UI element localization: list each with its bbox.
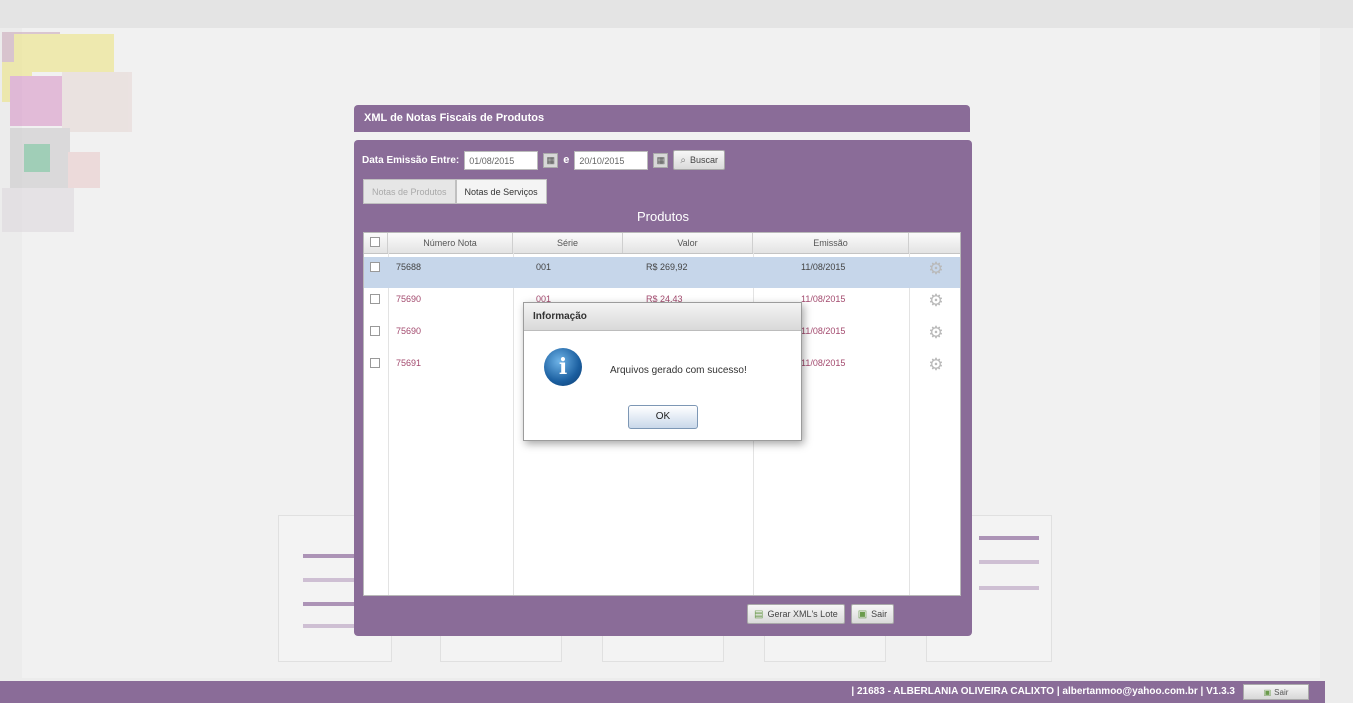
logout-button[interactable]: ▣ Sair: [1243, 684, 1309, 700]
search-button-label: Buscar: [690, 155, 719, 165]
section-title: Produtos: [636, 209, 690, 224]
cell-emissao: 11/08/2015: [801, 358, 846, 368]
generate-xml-button[interactable]: ▤ Gerar XML's Lote: [747, 604, 845, 624]
cell-serie: 001: [536, 262, 552, 272]
date-filter-label: Data Emissão Entre:: [362, 154, 460, 166]
exit-label: Sair: [871, 609, 888, 619]
dialog-message: Arquivos gerado com sucesso!: [610, 365, 747, 376]
cell-emissao: 11/08/2015: [801, 262, 846, 272]
info-icon: i: [544, 348, 582, 386]
calendar-from-icon[interactable]: ▦: [543, 152, 559, 168]
cell-valor: R$ 269,92: [646, 262, 688, 272]
column-header-serie[interactable]: Série: [513, 233, 623, 253]
date-filter-row: Data Emissão Entre: 01/08/2015 ▦ e 20/10…: [362, 149, 726, 171]
tab-notas-servicos[interactable]: Notas de Serviços: [455, 179, 547, 204]
window-title: XML de Notas Fiscais de Produtos: [364, 112, 545, 124]
generate-xml-label: Gerar XML's Lote: [767, 609, 838, 619]
row-checkbox[interactable]: [370, 294, 380, 304]
column-header-actions: [909, 233, 960, 253]
row-checkbox[interactable]: [370, 358, 380, 368]
gear-icon[interactable]: ⚙: [927, 292, 945, 310]
company-logo: [2, 32, 142, 232]
date-to-input[interactable]: 20/10/2015: [574, 150, 649, 170]
cell-numero: 75690: [396, 294, 422, 304]
cell-numero: 75688: [396, 262, 422, 272]
window-actions: ▤ Gerar XML's Lote ▣ Sair: [747, 604, 895, 624]
exit-icon: ▣: [857, 608, 868, 620]
window-title-bar: XML de Notas Fiscais de Produtos: [354, 105, 970, 132]
dialog-title: Informação: [524, 303, 801, 331]
cell-numero: 75691: [396, 358, 422, 368]
status-footer: | 21683 - ALBERLANIA OLIVEIRA CALIXTO | …: [0, 681, 1325, 703]
cell-numero: 75690: [396, 326, 422, 336]
column-header-numero[interactable]: Número Nota: [388, 233, 513, 253]
table-header: Número Nota Série Valor Emissão: [364, 233, 960, 254]
header-select-all[interactable]: [364, 233, 388, 253]
column-header-emissao[interactable]: Emissão: [753, 233, 909, 253]
ok-button[interactable]: OK: [628, 405, 698, 429]
gear-icon[interactable]: ⚙: [927, 356, 945, 374]
tab-bar: Notas de Produtos Notas de Serviços: [363, 179, 547, 204]
date-separator: e: [563, 154, 570, 166]
info-dialog: Informação i Arquivos gerado com sucesso…: [523, 302, 802, 441]
exit-button[interactable]: ▣ Sair: [850, 604, 895, 624]
search-icon: ⌕: [680, 154, 686, 166]
cell-emissao: 11/08/2015: [801, 294, 846, 304]
cell-emissao: 11/08/2015: [801, 326, 846, 336]
row-checkbox[interactable]: [370, 326, 380, 336]
gear-icon[interactable]: ⚙: [927, 324, 945, 342]
top-stripe: [0, 0, 1353, 28]
user-info: | 21683 - ALBERLANIA OLIVEIRA CALIXTO | …: [851, 686, 1235, 697]
tab-notas-produtos[interactable]: Notas de Produtos: [363, 179, 456, 204]
generate-icon: ▤: [754, 608, 764, 620]
gear-icon[interactable]: ⚙: [927, 260, 945, 278]
row-checkbox[interactable]: [370, 262, 380, 272]
logout-label: Sair: [1274, 687, 1289, 697]
calendar-to-icon[interactable]: ▦: [653, 152, 669, 168]
column-header-valor[interactable]: Valor: [623, 233, 753, 253]
select-all-checkbox[interactable]: [370, 237, 380, 247]
exit-icon: ▣: [1263, 687, 1272, 697]
search-button[interactable]: ⌕ Buscar: [673, 150, 726, 170]
date-from-input[interactable]: 01/08/2015: [464, 150, 539, 170]
table-row[interactable]: 75688 001 R$ 269,92 11/08/2015 ⚙: [364, 257, 960, 288]
